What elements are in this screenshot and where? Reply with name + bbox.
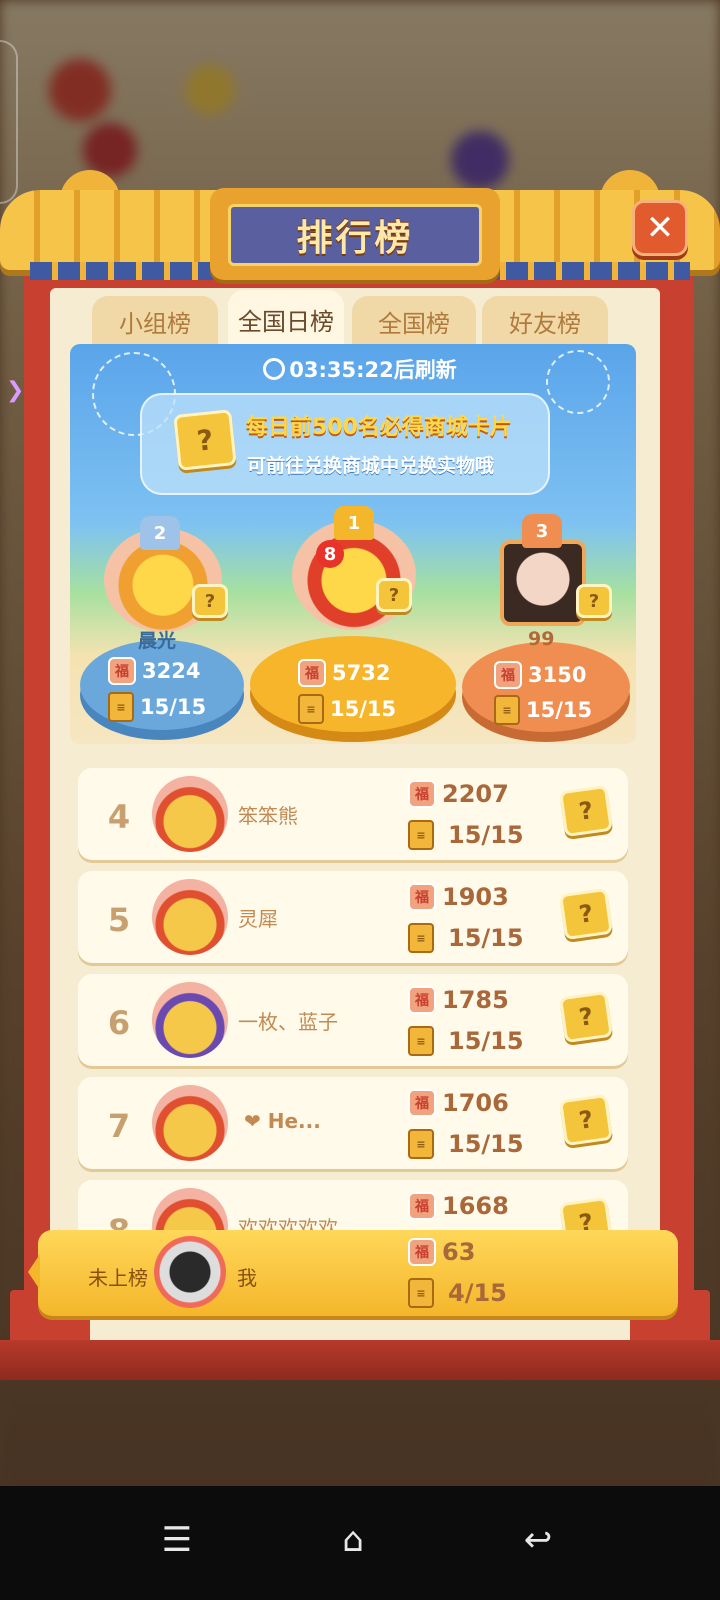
row-card-icon: ? [559, 990, 613, 1044]
row-chapters: ≡ 15/15 [408, 923, 524, 953]
my-chapters: ≡ 4/15 [408, 1278, 507, 1308]
row-score: 福 1785 [408, 986, 509, 1014]
podium-2-chapters: ≡ 15/15 [108, 692, 206, 722]
back-icon[interactable]: ↩ [508, 1510, 568, 1570]
row-avatar [152, 1085, 228, 1161]
book-icon: ≡ [408, 1026, 434, 1056]
fu-icon: 福 [408, 780, 436, 808]
fu-icon: 福 [408, 883, 436, 911]
row-score: 福 1706 [408, 1089, 509, 1117]
menu-icon[interactable]: ☰ [147, 1510, 207, 1570]
tab-national-daily[interactable]: 全国日榜 [228, 290, 344, 348]
fu-icon: 福 [408, 986, 436, 1014]
row-card-icon: ? [559, 1093, 613, 1147]
book-icon: ≡ [408, 820, 434, 850]
book-icon: ≡ [408, 1129, 434, 1159]
fu-icon: 福 [298, 659, 326, 687]
book-icon: ≡ [108, 692, 134, 722]
row-rank: 7 [107, 1107, 131, 1145]
podium-3-chapters: ≡ 15/15 [494, 695, 592, 725]
tab-friends[interactable]: 好友榜 [482, 296, 608, 346]
tab-group[interactable]: 小组榜 [92, 296, 218, 346]
promo-line-2: 可前往兑换商城中兑换实物哦 [247, 455, 495, 477]
row-score: 福 2207 [408, 780, 509, 808]
mall-card-icon: ? [173, 409, 237, 471]
fu-icon: 福 [408, 1192, 436, 1220]
panel-title: 排行榜 [296, 218, 414, 259]
rank-2-crown: 2 [140, 516, 180, 550]
list-item[interactable]: 6 一枚、蓝子 福 1785 ≡ 15/15 ? [78, 974, 628, 1066]
book-icon: ≡ [408, 1278, 434, 1308]
level-badge: 8 [316, 540, 344, 568]
clock-icon [263, 358, 286, 380]
my-name: 我 [237, 1266, 257, 1290]
refresh-timer: 03:35:22后刷新 [0, 354, 720, 384]
podium-1-card-icon: ? [376, 578, 412, 612]
row-avatar [152, 776, 228, 852]
row-name: ❤ He... [244, 1109, 321, 1133]
podium-2-score: 福 3224 [108, 656, 200, 686]
row-chapters: ≡ 15/15 [408, 1129, 524, 1159]
row-avatar [152, 879, 228, 955]
my-rank-status: 未上榜 [88, 1266, 148, 1290]
podium-1-chapters: ≡ 15/15 [298, 694, 396, 724]
row-chapters: ≡ 15/15 [408, 820, 524, 850]
podium-3-card-icon: ? [576, 584, 612, 618]
row-name: 灵犀 [238, 907, 278, 931]
timer-text: 03:35:22后刷新 [289, 358, 457, 382]
row-rank: 4 [107, 798, 131, 836]
home-icon[interactable]: ⌂ [323, 1510, 383, 1570]
podium-2-name: 晨光 [138, 630, 177, 652]
rank-1-crown: 1 [334, 506, 374, 540]
row-avatar [152, 982, 228, 1058]
list-item[interactable]: 5 灵犀 福 1903 ≡ 15/15 ? [78, 871, 628, 963]
fu-icon: 福 [108, 657, 136, 685]
podium-3-avatar[interactable] [500, 540, 586, 626]
podium-2-card-icon: ? [192, 584, 228, 618]
list-item[interactable]: 7 ❤ He... 福 1706 ≡ 15/15 ? [78, 1077, 628, 1169]
close-icon: ✕ [645, 208, 675, 248]
row-rank: 6 [107, 1004, 131, 1042]
row-card-icon: ? [559, 887, 613, 941]
row-card-icon: ? [559, 784, 613, 838]
rank-3-crown: 3 [522, 514, 562, 548]
podium-3-name: 99 [528, 628, 555, 650]
fu-icon: 福 [494, 661, 522, 689]
row-name: 一枚、蓝子 [238, 1010, 338, 1034]
row-name: 笨笨熊 [238, 804, 298, 828]
my-score: 福 63 [408, 1238, 475, 1266]
fu-icon: 福 [408, 1089, 436, 1117]
row-score: 福 1668 [408, 1192, 509, 1220]
title-plaque: 排行榜 [228, 204, 482, 266]
fu-icon: 福 [408, 1238, 436, 1266]
promo-line-1: 每日前500名必得商城卡片 [246, 415, 512, 440]
row-score: 福 1903 [408, 883, 509, 911]
tab-national[interactable]: 全国榜 [352, 296, 476, 346]
row-chapters: ≡ 15/15 [408, 1026, 524, 1056]
row-rank: 5 [107, 901, 131, 939]
list-item[interactable]: 4 笨笨熊 福 2207 ≡ 15/15 ? [78, 768, 628, 860]
book-icon: ≡ [408, 923, 434, 953]
book-icon: ≡ [298, 694, 324, 724]
podium-1-score: 福 5732 [298, 658, 390, 688]
book-icon: ≡ [494, 695, 520, 725]
side-panel-edge [0, 40, 18, 204]
close-button[interactable]: ✕ [632, 200, 688, 256]
podium-3-score: 福 3150 [494, 660, 586, 690]
my-avatar[interactable] [154, 1236, 226, 1308]
panel-base [0, 1340, 720, 1380]
